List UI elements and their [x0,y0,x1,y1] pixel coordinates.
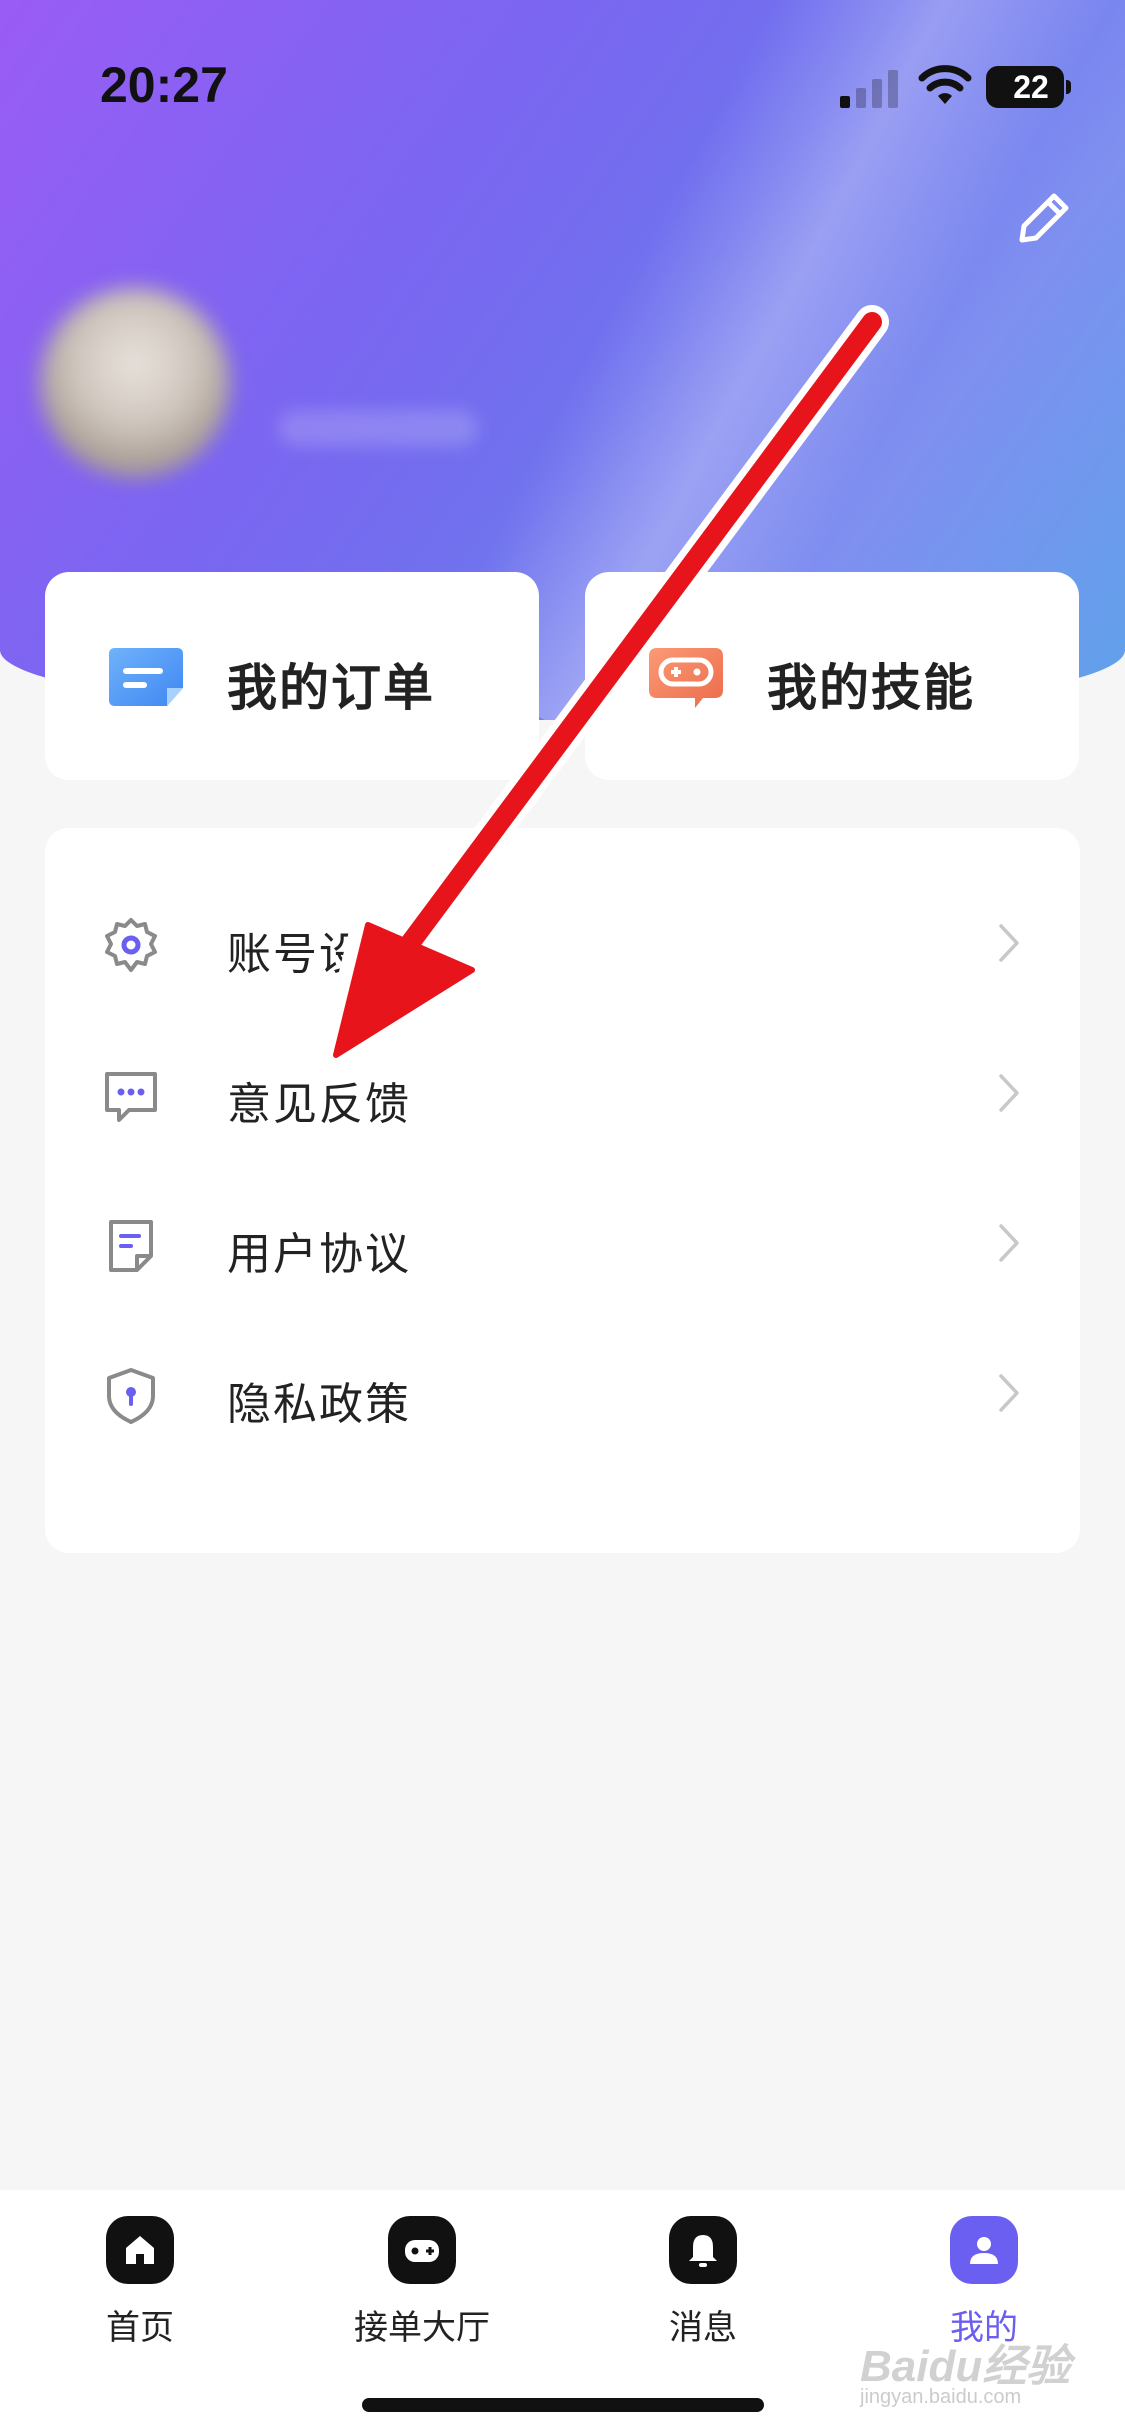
home-icon [106,2216,174,2284]
tab-messages[interactable]: 消息 [603,2216,803,2356]
menu-label-feedback: 意见反馈 [227,1079,411,1130]
tab-label-messages: 消息 [669,2308,737,2348]
chevron-right-icon [999,1224,1019,1262]
avatar[interactable] [40,288,230,478]
tab-label-home: 首页 [106,2308,174,2348]
menu-label-privacy-policy: 隐私政策 [227,1379,411,1430]
chevron-right-icon [999,1374,1019,1412]
user-icon [950,2216,1018,2284]
tab-home[interactable]: 首页 [40,2216,240,2356]
menu-item-privacy-policy[interactable]: 隐私政策 [45,1320,1080,1470]
battery-icon: 22 [986,66,1071,108]
bell-icon [669,2216,737,2284]
tab-order-hall[interactable]: 接单大厅 [322,2216,522,2356]
home-indicator [362,2398,764,2412]
battery-level: 22 [1013,69,1049,105]
tab-label-order-hall: 接单大厅 [354,2308,490,2348]
user-subtitle [278,410,478,446]
order-icon [109,648,183,706]
status-time: 20:27 [100,57,228,113]
menu-item-user-agreement[interactable]: 用户协议 [45,1170,1080,1320]
my-skills-label: 我的技能 [767,659,975,717]
menu-label-user-agreement: 用户协议 [227,1229,411,1280]
chevron-right-icon [999,1074,1019,1112]
gamepad-icon [649,648,723,708]
menu-item-account-settings[interactable]: 账号设置 [45,870,1080,1020]
menu-label-account-settings: 账号设置 [227,929,411,980]
signal-icon [840,70,898,108]
shield-icon [107,1368,155,1424]
edit-icon[interactable] [1012,186,1076,250]
document-icon [109,1220,153,1272]
menu-item-feedback[interactable]: 意见反馈 [45,1020,1080,1170]
my-orders-card[interactable]: 我的订单 [45,572,539,780]
watermark-url: jingyan.baidu.com [860,2386,1022,2408]
status-bar: 20:27 22 [0,0,1125,140]
my-orders-label: 我的订单 [227,659,435,717]
chevron-right-icon [999,924,1019,962]
watermark-logo: Baidu经验 [860,2342,1071,2391]
feedback-icon [105,1072,157,1122]
settings-menu: 账号设置 意见反馈 用户协议 隐私政策 [45,828,1080,1553]
wifi-icon [918,65,972,104]
gear-icon [105,918,157,972]
gamepad-icon [388,2216,456,2284]
my-skills-card[interactable]: 我的技能 [585,572,1079,780]
username [278,320,508,384]
